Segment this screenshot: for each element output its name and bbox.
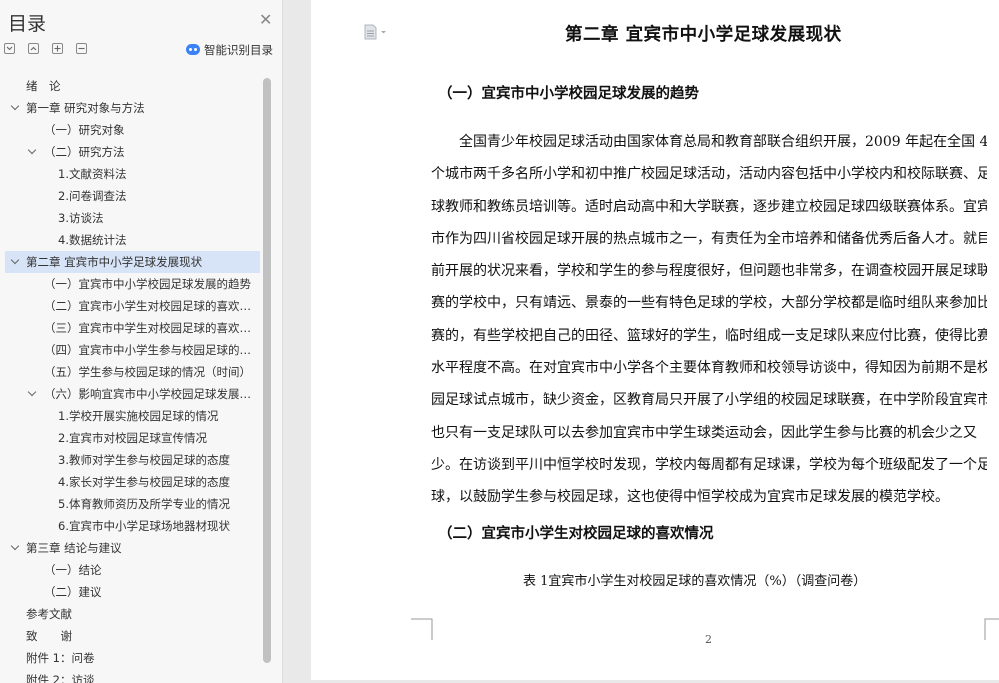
toc-item[interactable]: 4.家长对学生参与校园足球的态度: [5, 471, 260, 493]
paragraph-line: 市作为四川省校园足球开展的热点城市之一，有责任为全市培养和储备优秀后备人才。就目: [431, 230, 987, 247]
toc-item-label: （二）研究方法: [44, 145, 125, 159]
section-heading-2: （二）宜宾市小学生对校园足球的喜欢情况: [438, 526, 714, 542]
toc-item-label: （一）结论: [44, 563, 102, 577]
toc-item-label: 4.家长对学生参与校园足球的态度: [58, 475, 230, 489]
ai-icon: [186, 44, 200, 55]
chevron-down-icon[interactable]: [10, 251, 22, 273]
toc-item[interactable]: 2.宜宾市对校园足球宣传情况: [5, 427, 260, 449]
toc-item[interactable]: 参考文献: [5, 603, 260, 625]
toc-item[interactable]: 3.访谈法: [5, 207, 260, 229]
toc-item-label: 绪 论: [26, 79, 61, 93]
toc-item[interactable]: 第二章 宜宾市中小学足球发展现状: [5, 251, 260, 273]
toc-item-label: 第三章 结论与建议: [26, 541, 122, 555]
paragraph-line: 球，以鼓励学生参与校园足球，这也使得中恒学校成为宜宾市足球发展的模范学校。: [431, 489, 949, 506]
toc-item[interactable]: 致 谢: [5, 625, 260, 647]
paragraph-line: 前开展的状况来看，学校和学生的参与程度很好，但问题也非常多，在调查校园开展足球联: [431, 263, 987, 280]
chapter-title: 第二章 宜宾市中小学足球发展现状: [565, 25, 842, 45]
crop-mark-right: [984, 618, 999, 640]
toc-item-label: 参考文献: [26, 607, 72, 621]
section-heading-1: （一）宜宾市中小学校园足球发展的趋势: [438, 86, 699, 102]
page-number: 2: [705, 633, 712, 646]
document-area: 第二章 宜宾市中小学足球发展现状 （一）宜宾市中小学校园足球发展的趋势 全国青少…: [283, 0, 999, 683]
expand-up-icon[interactable]: [28, 43, 39, 54]
toc-item-label: （二）建议: [44, 585, 102, 599]
toc-item[interactable]: 附件 2：访谈: [5, 669, 260, 683]
toc-item[interactable]: 附件 1：问卷: [5, 647, 260, 669]
toc-item[interactable]: 1.学校开展实施校园足球的情况: [5, 405, 260, 427]
toc-item-label: 5.体育教师资历及所学专业的情况: [58, 497, 230, 511]
toc-item[interactable]: 3.教师对学生参与校园足球的态度: [5, 449, 260, 471]
paragraph-line: 也只有一支足球队可以去参加宜宾市中学生球类运动会，因此学生参与比赛的机会少之又: [431, 424, 977, 441]
toc-item-label: 2.问卷调查法: [58, 189, 127, 203]
document-menu-icon[interactable]: [363, 24, 389, 40]
toc-item[interactable]: （一）结论: [5, 559, 260, 581]
toc-item-label: 第二章 宜宾市中小学足球发展现状: [26, 255, 203, 269]
toc-item-label: 2.宜宾市对校园足球宣传情况: [58, 431, 207, 445]
paragraph-line: 少。在访谈到平川中恒学校时发现，学校内每周都有足球课，学校为每个班级配发了一个足: [431, 456, 987, 473]
toc-item-label: （一）宜宾市中小学校园足球发展的趋势: [44, 277, 251, 291]
toc-item[interactable]: 5.体育教师资历及所学专业的情况: [5, 493, 260, 515]
toc-item-label: （五）学生参与校园足球的情况（时间）: [44, 365, 251, 379]
paragraph-line: 个城市两千多名所小学和初中推广校园足球活动，活动内容包括中小学校内和校际联赛、足: [431, 166, 987, 183]
toc-item[interactable]: （一）研究对象: [5, 119, 260, 141]
paragraph-line: 球教师和教练员培训等。适时启动高中和大学联赛，逐步建立校园足球四级联赛体系。宜宾: [431, 198, 987, 215]
toc-item-label: 附件 2：访谈: [26, 673, 95, 683]
paragraph-line: 全国青少年校园足球活动由国家体育总局和教育部联合组织开展，2009 年起在全国 …: [431, 134, 987, 150]
toc-item[interactable]: 1.文献资料法: [5, 163, 260, 185]
toc-item-label: 附件 1：问卷: [26, 651, 95, 665]
toc-item-label: 第一章 研究对象与方法: [26, 101, 145, 115]
toc-item[interactable]: （四）宜宾市中小学生参与校园足球的情况: [5, 339, 260, 361]
paragraph-line: 水平程度不高。在对宜宾市中小学各个主要体育教师和校领导访谈中，得知因为前期不是校: [431, 360, 987, 377]
toc-scrollbar[interactable]: [263, 78, 271, 663]
toc-item-label: 4.数据统计法: [58, 233, 127, 247]
toc-item[interactable]: （六）影响宜宾市中小学校园足球发展的因素: [5, 383, 260, 405]
body-paragraph: 全国青少年校园足球活动由国家体育总局和教育部联合组织开展，2009 年起在全国 …: [431, 126, 987, 514]
toc-item-label: 1.学校开展实施校园足球的情况: [58, 409, 219, 423]
toc-item-label: （四）宜宾市中小学生参与校园足球的情况: [44, 343, 260, 357]
chevron-down-icon[interactable]: [10, 97, 22, 119]
toc-item-label: 致 谢: [26, 629, 72, 643]
toc-item-label: （一）研究对象: [44, 123, 125, 137]
chevron-down-icon[interactable]: [10, 537, 22, 559]
toc-panel: 目录 ✕ 智能识别目录 绪 论第一章 研究对象与方法 （一）研究对象 （二）研究方法…: [0, 0, 283, 683]
toc-item[interactable]: （一）宜宾市中小学校园足球发展的趋势: [5, 273, 260, 295]
paragraph-line: 赛的，有些学校把自己的田径、篮球好的学生，临时组成一支足球队来应付比赛，使得比赛: [431, 327, 987, 344]
toc-item[interactable]: （五）学生参与校园足球的情况（时间）: [5, 361, 260, 383]
paragraph-line: 园足球试点城市，缺少资金，区教育局只开展了小学组的校园足球联赛，在中学阶段宜宾市: [431, 392, 987, 409]
toc-item-label: （二）宜宾市小学生对校园足球的喜欢情况: [44, 299, 260, 313]
table-caption: 表 1宜宾市小学生对校园足球的喜欢情况（%）（调查问卷）: [523, 574, 867, 589]
toc-item[interactable]: 绪 论: [5, 75, 260, 97]
chevron-down-icon[interactable]: [27, 141, 39, 163]
toc-item[interactable]: 第三章 结论与建议: [5, 537, 260, 559]
toc-item[interactable]: 2.问卷调查法: [5, 185, 260, 207]
close-icon[interactable]: ✕: [259, 12, 272, 28]
paragraph-line: 赛的学校中，只有靖远、景泰的一些有特色足球的学校，大部分学校都是临时组队来参加比: [431, 295, 987, 312]
toc-title: 目录: [8, 13, 47, 35]
smart-toc-button[interactable]: 智能识别目录: [186, 42, 273, 58]
smart-toc-label: 智能识别目录: [204, 43, 273, 57]
toc-item[interactable]: （二）研究方法: [5, 141, 260, 163]
toc-item[interactable]: 4.数据统计法: [5, 229, 260, 251]
toc-list: 绪 论第一章 研究对象与方法 （一）研究对象 （二）研究方法 1.文献资料法 2.问卷调…: [5, 75, 260, 683]
toc-item[interactable]: （二）宜宾市小学生对校园足球的喜欢情况: [5, 295, 260, 317]
toc-item[interactable]: （三）宜宾市中学生对校园足球的喜欢情况: [5, 317, 260, 339]
crop-mark-left: [411, 618, 433, 640]
toc-item-label: 1.文献资料法: [58, 167, 127, 181]
document-page: 第二章 宜宾市中小学足球发展现状 （一）宜宾市中小学校园足球发展的趋势 全国青少…: [311, 0, 999, 680]
toc-item-label: （三）宜宾市中学生对校园足球的喜欢情况: [44, 321, 260, 335]
toc-item-label: 3.教师对学生参与校园足球的态度: [58, 453, 230, 467]
add-icon[interactable]: [52, 43, 63, 54]
collapse-all-icon[interactable]: [4, 43, 15, 54]
toc-item[interactable]: 6.宜宾市中小学足球场地器材现状: [5, 515, 260, 537]
toc-item[interactable]: 第一章 研究对象与方法: [5, 97, 260, 119]
toc-item-label: 6.宜宾市中小学足球场地器材现状: [58, 519, 230, 533]
remove-icon[interactable]: [76, 43, 87, 54]
chevron-down-icon[interactable]: [27, 383, 39, 405]
toc-item-label: （六）影响宜宾市中小学校园足球发展的因素: [44, 387, 260, 401]
toc-item-label: 3.访谈法: [58, 211, 104, 225]
toc-item[interactable]: （二）建议: [5, 581, 260, 603]
